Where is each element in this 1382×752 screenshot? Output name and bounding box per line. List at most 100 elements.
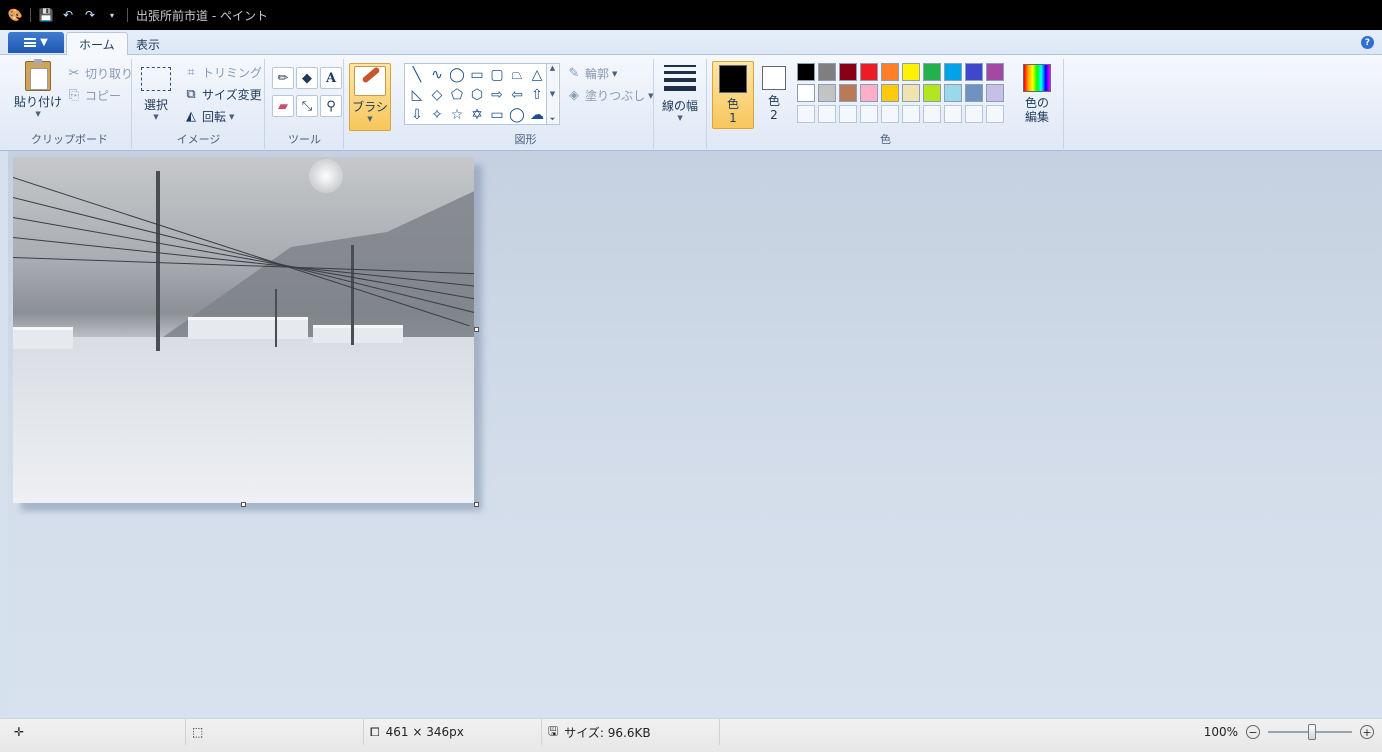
tab-home[interactable]: ホーム	[66, 32, 128, 56]
image-utility-pole	[351, 245, 354, 345]
resize-button[interactable]: ⧉ サイズ変更	[183, 86, 261, 103]
zoom-in-icon[interactable]: +	[1360, 725, 1374, 739]
palette-swatch[interactable]	[902, 63, 920, 81]
palette-swatch-empty[interactable]	[839, 105, 857, 123]
cut-button[interactable]: ✂ 切り取り	[66, 65, 133, 82]
image-size-cell: ⧠ 461 × 346px	[364, 719, 542, 745]
copy-button[interactable]: ⎘ コピー	[66, 87, 121, 104]
brush-button[interactable]: ブラシ ▼	[349, 63, 391, 131]
size-button[interactable]: 線の幅 ▼	[662, 65, 698, 122]
zoom-slider-thumb[interactable]	[1308, 724, 1316, 740]
color-picker-icon[interactable]: ⤡	[296, 95, 318, 117]
ribbon-tab-row: ▼ ホーム 表示 ?	[0, 30, 1382, 56]
down-arrow-shape-icon[interactable]: ⇩	[407, 105, 427, 125]
palette-swatch-empty[interactable]	[797, 105, 815, 123]
paste-icon	[25, 59, 51, 91]
canvas-image[interactable]	[13, 157, 474, 503]
palette-swatch[interactable]	[881, 63, 899, 81]
palette-swatch[interactable]	[818, 63, 836, 81]
outline-button[interactable]: ✎ 輪郭 ▼	[566, 65, 618, 82]
zoom-slider[interactable]	[1268, 724, 1352, 740]
palette-swatch-empty[interactable]	[818, 105, 836, 123]
expand-gallery-icon[interactable]: ⏷	[550, 115, 556, 124]
palette-swatch[interactable]	[986, 63, 1004, 81]
rounded-rectangle-shape-icon[interactable]: ▢	[487, 65, 507, 85]
palette-swatch-empty[interactable]	[902, 105, 920, 123]
oval-shape-icon[interactable]: ◯	[447, 65, 467, 85]
fill-icon[interactable]: ◆	[296, 67, 318, 89]
palette-swatch[interactable]	[923, 63, 941, 81]
four-point-star-shape-icon[interactable]: ✧	[427, 105, 447, 125]
palette-swatch[interactable]	[818, 84, 836, 102]
palette-swatch-empty[interactable]	[881, 105, 899, 123]
customize-quick-access-icon[interactable]: ▾	[103, 6, 121, 24]
five-point-star-shape-icon[interactable]: ☆	[447, 105, 467, 125]
palette-swatch[interactable]	[860, 63, 878, 81]
crop-button[interactable]: ⌗ トリミング	[183, 64, 262, 81]
palette-swatch[interactable]	[902, 84, 920, 102]
palette-swatch-empty[interactable]	[944, 105, 962, 123]
resize-handle-right[interactable]	[474, 327, 479, 332]
palette-swatch[interactable]	[944, 63, 962, 81]
zoom-out-icon[interactable]: −	[1246, 725, 1260, 739]
ribbon: 貼り付け ▼ ✂ 切り取り ⎘ コピー クリップボード 選択 ▼ ⌗ トリミング…	[0, 55, 1382, 151]
shape-fill-button[interactable]: ◈ 塗りつぶし ▼	[566, 87, 654, 104]
palette-swatch[interactable]	[797, 63, 815, 81]
rounded-callout-shape-icon[interactable]: ▭	[487, 105, 507, 125]
shapes-gallery-scrollbar[interactable]: ▲ ▼ ⏷	[546, 64, 558, 124]
palette-swatch-empty[interactable]	[986, 105, 1004, 123]
diamond-shape-icon[interactable]: ◇	[427, 85, 447, 105]
chevron-down-icon[interactable]: ▼	[550, 90, 555, 98]
palette-swatch[interactable]	[797, 84, 815, 102]
paste-button[interactable]: 貼り付け ▼	[14, 59, 63, 118]
palette-swatch[interactable]	[839, 63, 857, 81]
hexagon-shape-icon[interactable]: ⬡	[467, 85, 487, 105]
polygon-shape-icon[interactable]: ⏢	[507, 65, 527, 85]
palette-swatch[interactable]	[965, 84, 983, 102]
palette-swatch-empty[interactable]	[860, 105, 878, 123]
magnifier-icon[interactable]: ⚲	[320, 95, 342, 117]
curve-shape-icon[interactable]: ∿	[427, 65, 447, 85]
help-icon[interactable]: ?	[1361, 36, 1374, 49]
palette-swatch[interactable]	[923, 84, 941, 102]
color2-button[interactable]: 色 2	[760, 64, 788, 122]
palette-swatch-empty[interactable]	[923, 105, 941, 123]
triangle-shape-icon[interactable]: △	[527, 65, 547, 85]
resize-handle-bottom[interactable]	[241, 502, 246, 507]
eraser-icon[interactable]: ▰	[272, 95, 294, 117]
cloud-callout-shape-icon[interactable]: ☁	[527, 105, 547, 125]
palette-swatch[interactable]	[839, 84, 857, 102]
select-icon	[141, 67, 171, 91]
oval-callout-shape-icon[interactable]: ◯	[507, 105, 527, 125]
text-icon[interactable]: A	[320, 67, 342, 89]
rectangle-shape-icon[interactable]: ▭	[467, 65, 487, 85]
up-arrow-shape-icon[interactable]: ⇧	[527, 85, 547, 105]
paste-label: 貼り付け	[14, 95, 63, 109]
palette-swatch[interactable]	[965, 63, 983, 81]
left-arrow-shape-icon[interactable]: ⇦	[507, 85, 527, 105]
palette-swatch-empty[interactable]	[965, 105, 983, 123]
line-shape-icon[interactable]: ╲	[407, 65, 427, 85]
tab-view[interactable]: 表示	[124, 32, 172, 56]
pencil-icon[interactable]: ✏	[272, 67, 294, 89]
chevron-up-icon[interactable]: ▲	[550, 64, 555, 72]
undo-icon[interactable]: ↶	[59, 6, 77, 24]
edit-colors-button[interactable]: 色の 編集	[1020, 64, 1054, 124]
save-icon[interactable]: 💾	[37, 6, 55, 24]
resize-handle-corner[interactable]	[474, 502, 479, 507]
six-point-star-shape-icon[interactable]: ✡	[467, 105, 487, 125]
palette-swatch[interactable]	[860, 84, 878, 102]
redo-icon[interactable]: ↷	[81, 6, 99, 24]
paint-menu-button[interactable]: ▼	[8, 32, 64, 53]
pentagon-shape-icon[interactable]: ⬠	[447, 85, 467, 105]
right-arrow-shape-icon[interactable]: ⇨	[487, 85, 507, 105]
palette-swatch[interactable]	[944, 84, 962, 102]
palette-swatch[interactable]	[986, 84, 1004, 102]
right-triangle-shape-icon[interactable]: ◺	[407, 85, 427, 105]
palette-swatch[interactable]	[881, 84, 899, 102]
paint-app-icon[interactable]: 🎨	[6, 6, 24, 24]
color1-button[interactable]: 色 1	[712, 61, 754, 129]
select-button[interactable]: 選択 ▼	[141, 67, 171, 121]
rotate-button[interactable]: ◭ 回転 ▼	[183, 108, 234, 125]
chevron-down-icon: ▼	[648, 91, 654, 100]
